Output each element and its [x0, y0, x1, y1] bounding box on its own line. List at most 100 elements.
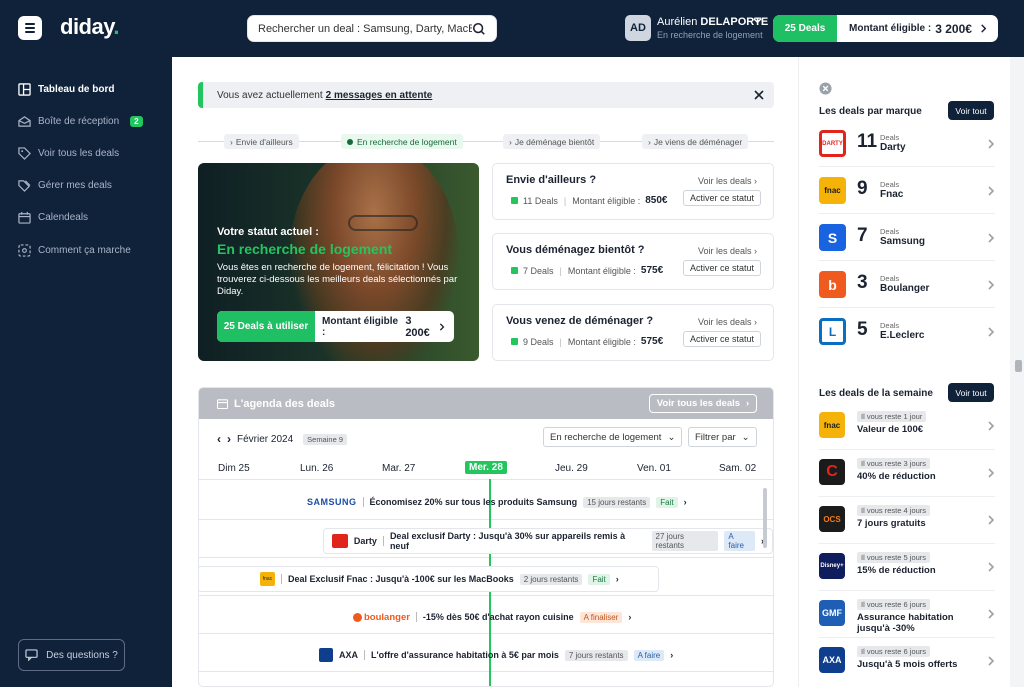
close-icon[interactable] [819, 82, 832, 95]
agenda-deal-text: Deal Exclusif Fnac : Jusqu'à -100€ sur l… [288, 574, 514, 584]
agenda-deal-darty[interactable]: Darty Deal exclusif Darty : Jusqu'à 30% … [323, 528, 773, 554]
day-label[interactable]: Sam. 02 [719, 463, 756, 474]
week-deal-row[interactable]: C Il vous reste 3 jours 40% de réduction [819, 450, 995, 497]
agenda-deal-samsung[interactable]: SAMSUNG Économisez 20% sur tous les prod… [299, 489, 695, 515]
agenda-deal-boulanger[interactable]: boulanger -15% dès 50€ d'achat rayon cui… [345, 604, 639, 630]
chevron-down-icon[interactable] [753, 16, 762, 25]
status-card-amount: 575€ [640, 336, 664, 347]
day-label[interactable]: Mar. 27 [382, 463, 415, 474]
brand-deals-label: Deals [880, 133, 900, 142]
brand-row-leclerc[interactable]: L 5 Deals E.Leclerc [819, 309, 995, 355]
hero-amount-label: Montant éligible : [322, 315, 399, 338]
activate-status-button[interactable]: Activer ce statut [682, 260, 761, 276]
sidebar-item-calendeals[interactable]: Calendeals [18, 208, 88, 226]
sidebar-item-how-it-works[interactable]: Comment ça marche [18, 241, 131, 259]
ocs-logo: OCS [819, 506, 845, 532]
day-label[interactable]: Lun. 26 [300, 463, 333, 474]
day-label-today[interactable]: Mer. 28 [465, 461, 507, 474]
chevron-right-icon: › [628, 612, 632, 622]
see-deals-link[interactable]: Voir les deals › [698, 317, 757, 327]
step-demenage-bientot[interactable]: › Je déménage bientôt [503, 134, 601, 149]
avatar[interactable]: AD [625, 15, 651, 41]
search-bar[interactable] [247, 15, 497, 42]
help-icon [18, 243, 31, 257]
agenda-scrollbar[interactable] [763, 488, 767, 548]
gmf-logo: GMF [819, 600, 845, 626]
darty-logo [332, 534, 348, 548]
week-deal-row[interactable]: fnac Il vous reste 1 jour Valeur de 100€ [819, 403, 995, 450]
brand-row-darty[interactable]: DARTY 11 Deals Darty [819, 121, 995, 167]
fnac-logo: fnac [819, 177, 846, 204]
see-deals-link[interactable]: Voir les deals › [698, 246, 757, 256]
chevron-left-icon[interactable]: ‹ [217, 432, 221, 446]
activate-status-button[interactable]: Activer ce statut [682, 331, 761, 347]
chevron-right-icon [440, 322, 445, 331]
brands-see-all-button[interactable]: Voir tout [948, 101, 994, 120]
filter-by-select[interactable]: Filtrer par ⌄ [688, 427, 757, 447]
agenda-deal-axa[interactable]: AXA L'offre d'assurance habitation à 5€ … [311, 642, 681, 668]
agenda-deal-status: Fait [588, 573, 610, 585]
agenda-see-all-button[interactable]: Voir tous les deals › [649, 394, 757, 413]
see-deals-link[interactable]: Voir les deals › [698, 176, 757, 186]
brand-deals-label: Deals [880, 227, 900, 236]
chevron-right-icon [988, 327, 995, 337]
app-logo[interactable]: diday. [60, 14, 119, 40]
sidebar-item-all-deals[interactable]: Voir tous les deals [18, 144, 119, 162]
week-see-all-button[interactable]: Voir tout [948, 383, 994, 402]
step-viens-demenager[interactable]: › Je viens de déménager [642, 134, 749, 149]
darty-logo: DARTY [819, 130, 846, 157]
menu-icon[interactable] [18, 16, 42, 40]
step-recherche-logement[interactable]: En recherche de logement [341, 134, 463, 149]
week-deal-row[interactable]: OCS Il vous reste 4 jours 7 jours gratui… [819, 497, 995, 544]
sidebar-item-label: Comment ça marche [38, 244, 131, 256]
status-card-viens-demenager: Vous venez de déménager ? Voir les deals… [492, 304, 774, 361]
sidebar-item-dashboard[interactable]: Tableau de bord [18, 80, 115, 98]
week-deal-row[interactable]: AXA Il vous reste 6 jours Jusqu'à 5 mois… [819, 638, 995, 685]
brand-row-samsung[interactable]: S 7 Deals Samsung [819, 215, 995, 261]
chevron-down-icon: ⌄ [741, 431, 750, 443]
day-label[interactable]: Ven. 01 [637, 463, 671, 474]
search-input[interactable] [258, 22, 472, 35]
active-dot-icon [347, 138, 353, 145]
eligible-summary-button[interactable]: 25 Deals Montant éligible : 3 200€ [773, 15, 998, 42]
see-deals-label: Voir les deals [697, 176, 752, 186]
top-amount-label: Montant éligible : [849, 23, 932, 34]
agenda-deal-fnac[interactable]: fnac Deal Exclusif Fnac : Jusqu'à -100€ … [199, 566, 659, 592]
status-card-title: Vous venez de déménager ? [506, 315, 654, 327]
deal-square-icon [511, 197, 518, 204]
chat-icon [25, 649, 38, 661]
page-scrollbar[interactable] [1015, 360, 1022, 372]
brand-name: E.Leclerc [880, 330, 925, 341]
close-icon[interactable] [754, 90, 764, 100]
sidebar-item-manage-deals[interactable]: Gérer mes deals [18, 176, 112, 194]
axa-logo-icon [319, 648, 333, 662]
hero-deals-button[interactable]: 25 Deals à utiliser Montant éligible : 3… [217, 311, 454, 342]
chevron-right-icon [988, 562, 995, 572]
brand-row-boulanger[interactable]: b 3 Deals Boulanger [819, 262, 995, 308]
hero-amount: Montant éligible : 3 200€ [315, 311, 454, 342]
activate-status-button[interactable]: Activer ce statut [682, 190, 761, 206]
week-deal-row[interactable]: GMF Il vous reste 6 jours Assurance habi… [819, 591, 995, 638]
agenda-deal-text: Économisez 20% sur tous les produits Sam… [369, 497, 578, 507]
day-label[interactable]: Dim 25 [218, 463, 250, 474]
leclerc-logo: L [819, 318, 846, 345]
search-icon[interactable] [472, 22, 486, 36]
status-filter-select[interactable]: En recherche de logement ⌄ [543, 427, 683, 447]
top-deals-count: 25 Deals [773, 15, 837, 42]
questions-button[interactable]: Des questions ? [18, 639, 125, 671]
day-label[interactable]: Jeu. 29 [555, 463, 588, 474]
step-label: Je viens de déménager [653, 136, 743, 147]
brand-row-fnac[interactable]: fnac 9 Deals Fnac [819, 168, 995, 214]
user-name[interactable]: Aurélien DELAPORTE [657, 16, 768, 28]
alert-text: Vous avez actuellement [217, 89, 323, 101]
alert-messages-link[interactable]: 2 messages en attente [326, 90, 433, 101]
chevron-right-icon[interactable]: › [227, 432, 231, 446]
status-hero-card: Votre statut actuel : En recherche de lo… [198, 163, 479, 361]
inbox-badge: 2 [130, 115, 143, 127]
chevron-right-icon [988, 515, 995, 525]
chevron-right-icon: › [648, 136, 651, 147]
brand-deals-label: Deals [880, 274, 900, 283]
week-deal-row[interactable]: Disney+ Il vous reste 5 jours 15% de réd… [819, 544, 995, 591]
sidebar-item-inbox[interactable]: Boîte de réception 2 [18, 112, 143, 130]
step-envie-ailleurs[interactable]: › Envie d'ailleurs [224, 134, 299, 149]
